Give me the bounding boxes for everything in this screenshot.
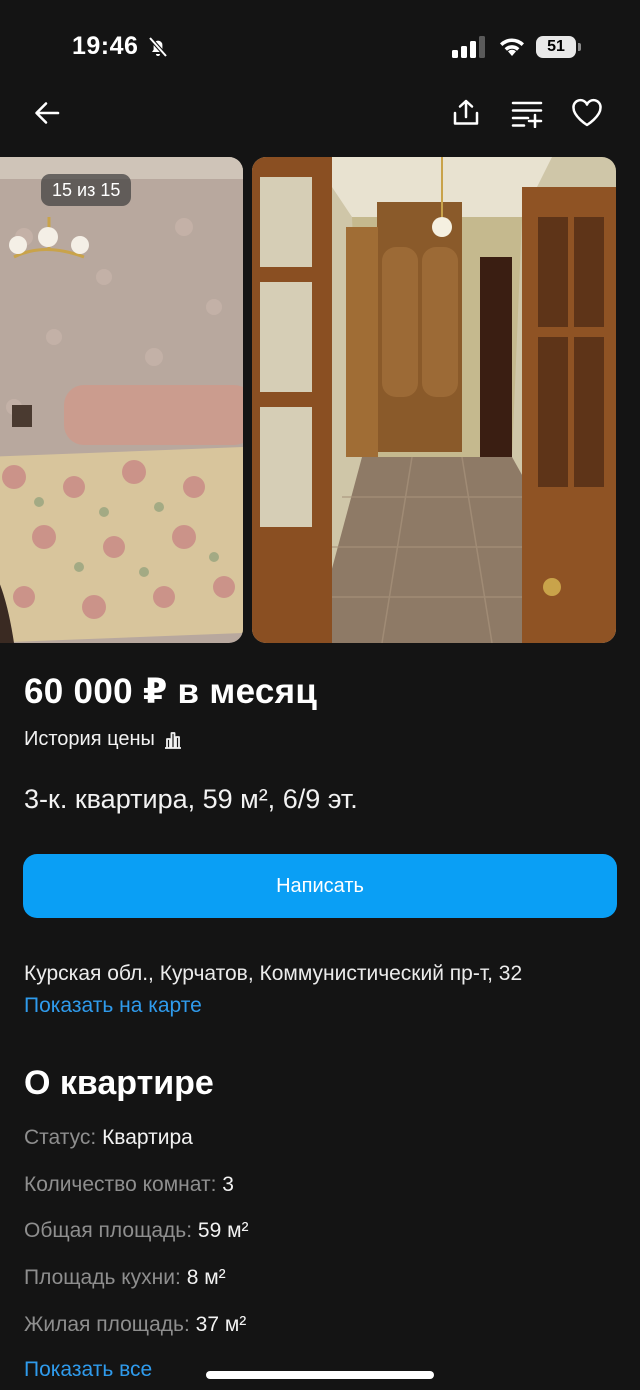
favorite-button[interactable] [567, 93, 607, 133]
address: Курская обл., Курчатов, Коммунистический… [24, 962, 523, 985]
price-history-link[interactable]: История цены [24, 728, 183, 751]
param-key: Жилая площадь: [24, 1313, 190, 1336]
arrow-left-icon [35, 102, 60, 124]
status-bar: 19:46 51 [0, 0, 640, 96]
home-indicator[interactable] [206, 1371, 434, 1379]
show-on-map-link[interactable]: Показать на карте [24, 994, 202, 1018]
share-button[interactable] [446, 93, 486, 133]
photo-hallway[interactable] [252, 157, 616, 643]
wifi-icon [500, 38, 524, 56]
param-status: Статус: Квартира [24, 1126, 193, 1150]
listing-title: 3-к. квартира, 59 м², 6/9 эт. [24, 784, 358, 814]
price-history-label: История цены [24, 728, 155, 750]
param-value: 37 м² [195, 1313, 247, 1336]
param-key: Количество комнат: [24, 1173, 217, 1196]
price: 60 000 ₽ в месяц [24, 672, 318, 711]
param-value: Квартира [102, 1126, 193, 1149]
cellular-signal-icon [452, 36, 485, 58]
bell-off-icon [148, 36, 168, 58]
photo-gallery[interactable] [0, 157, 640, 643]
param-value: 59 м² [197, 1219, 249, 1242]
param-living-area: Жилая площадь: 37 м² [24, 1313, 246, 1337]
share-icon [453, 99, 479, 125]
about-section-title: О квартире [24, 1064, 214, 1102]
battery-icon: 51 [536, 36, 576, 58]
param-kitchen-area: Площадь кухни: 8 м² [24, 1266, 226, 1290]
param-total-area: Общая площадь: 59 м² [24, 1219, 249, 1243]
param-key: Статус: [24, 1126, 97, 1149]
battery-tip [578, 43, 581, 51]
show-all-link[interactable]: Показать все [24, 1358, 152, 1382]
back-button[interactable] [27, 93, 67, 133]
param-value: 3 [222, 1173, 234, 1196]
hallway-image [252, 157, 616, 643]
photo-bedroom[interactable] [0, 157, 243, 643]
compare-icon [511, 101, 543, 128]
bedroom-image [0, 157, 243, 643]
param-key: Общая площадь: [24, 1219, 193, 1242]
write-message-button[interactable]: Написать [23, 854, 617, 918]
param-value: 8 м² [186, 1266, 226, 1289]
compare-button[interactable] [507, 93, 547, 133]
param-rooms: Количество комнат: 3 [24, 1173, 234, 1197]
param-key: Площадь кухни: [24, 1266, 181, 1289]
listing-screen: 19:46 51 15 из 15 60 000 ₽ в месяц Истор… [0, 0, 640, 1390]
bar-chart-icon [164, 731, 181, 749]
photo-counter: 15 из 15 [41, 174, 132, 206]
status-time: 19:46 [72, 32, 139, 60]
heart-icon [572, 98, 602, 127]
